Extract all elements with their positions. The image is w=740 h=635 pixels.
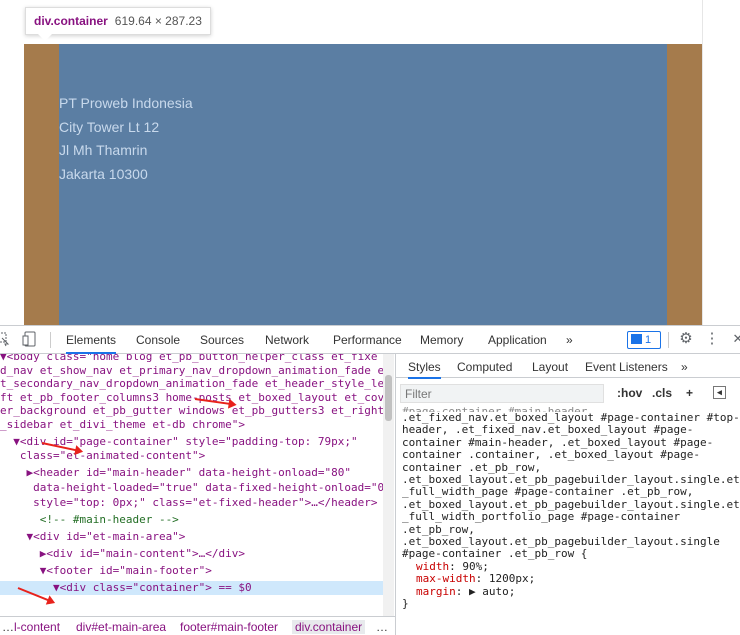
- tab-performance[interactable]: Performance: [333, 333, 402, 347]
- rule-close-brace: }: [402, 597, 409, 611]
- dom-line[interactable]: t_secondary_nav_dropdown_animation_fade …: [0, 377, 384, 391]
- dom-line[interactable]: data-height-loaded="true" data-fixed-hei…: [0, 481, 391, 495]
- property-value[interactable]: 90%;: [462, 560, 489, 573]
- breadcrumb-item[interactable]: footer#main-footer: [180, 620, 278, 634]
- breadcrumb-overflow[interactable]: …: [376, 620, 388, 634]
- elements-tree[interactable]: ▼<body class="home blog et_pb_button_hel…: [0, 354, 394, 616]
- kebab-menu-icon[interactable]: ⋮: [704, 331, 720, 347]
- dom-line[interactable]: ▼<div id="et-main-area">: [0, 530, 185, 544]
- property-name[interactable]: width: [416, 560, 449, 573]
- tab-elements[interactable]: Elements: [66, 333, 117, 354]
- more-tabs-button[interactable]: »: [566, 333, 573, 347]
- page-viewport: PT Proweb Indonesia City Tower Lt 12 Jl …: [0, 0, 740, 325]
- class-toggle[interactable]: .cls: [652, 386, 672, 400]
- toolbar-divider: [50, 332, 51, 348]
- dom-comment[interactable]: <!-- #main-header -->: [0, 513, 179, 527]
- issues-count: 1: [645, 334, 652, 346]
- rule-selector-line: container .container, .et_boxed_layout #…: [402, 448, 701, 462]
- inspect-element-icon[interactable]: [0, 331, 10, 347]
- tab-sources[interactable]: Sources: [200, 333, 244, 347]
- scrollbar-thumb[interactable]: [385, 375, 392, 421]
- toggle-sidebar-icon[interactable]: ◂: [713, 386, 726, 399]
- address-line: City Tower Lt 12: [59, 118, 160, 135]
- more-styles-tabs[interactable]: »: [681, 360, 688, 374]
- dom-line[interactable]: ft et_pb_footer_columns3 home-posts et_b…: [0, 391, 384, 405]
- address-line: Jakarta 10300: [59, 166, 148, 183]
- dom-line[interactable]: ▶<header id="main-header" data-height-on…: [0, 466, 351, 480]
- container-padding-left: [24, 44, 59, 325]
- styles-pane: Styles Computed Layout Event Listeners »…: [395, 354, 740, 635]
- breadcrumb: … l-content div#et-main-area footer#main…: [0, 616, 395, 635]
- address-line: PT Proweb Indonesia: [59, 95, 193, 111]
- tab-computed[interactable]: Computed: [457, 360, 512, 374]
- property-value[interactable]: ▶ auto;: [469, 585, 515, 598]
- tab-application[interactable]: Application: [488, 333, 547, 347]
- breadcrumb-item[interactable]: div#et-main-area: [76, 620, 166, 634]
- dom-line[interactable]: style="top: 0px;" class="et-fixed-header…: [0, 496, 377, 510]
- new-rule-button[interactable]: +: [686, 386, 693, 400]
- issues-badge[interactable]: 1: [627, 331, 661, 349]
- dom-line[interactable]: ▼<body class="home blog et_pb_button_hel…: [0, 354, 378, 364]
- tooltip-size: 619.64 × 287.23: [114, 14, 202, 28]
- css-rule[interactable]: #page-container #main-header, .et_fixed_…: [402, 406, 740, 611]
- rule-selector-line: _full_width_page #page-container .et_pb_…: [402, 485, 694, 499]
- property-name[interactable]: margin: [416, 585, 456, 598]
- inspect-tooltip: div.container 619.64 × 287.23: [25, 7, 211, 41]
- rule-selector-line: #page-container .et_pb_row {: [402, 547, 588, 561]
- css-property[interactable]: margin: ▶ auto;: [402, 585, 738, 598]
- footer-address: PT Proweb Indonesia City Tower Lt 12 Jl …: [59, 92, 359, 187]
- device-toolbar-icon[interactable]: [22, 331, 38, 347]
- styles-tabbar: Styles Computed Layout Event Listeners »: [396, 354, 740, 379]
- property-value[interactable]: 1200px;: [489, 572, 535, 585]
- devtools-panel: Elements Console Sources Network Perform…: [0, 325, 740, 635]
- dom-line[interactable]: _sidebar et_divi_theme et-db chrome">: [0, 418, 245, 432]
- close-icon[interactable]: ✕: [730, 331, 740, 347]
- breadcrumb-overflow[interactable]: …: [2, 620, 14, 634]
- site-margin-right: [702, 0, 740, 325]
- hover-state-toggle[interactable]: :hov: [617, 386, 642, 400]
- tab-memory[interactable]: Memory: [420, 333, 463, 347]
- address-line: Jl Mh Thamrin: [59, 142, 148, 159]
- site-margin-left: [0, 0, 24, 325]
- devtools-toolbar: Elements Console Sources Network Perform…: [0, 326, 740, 354]
- toolbar-divider: [668, 332, 669, 348]
- tab-layout[interactable]: Layout: [532, 360, 568, 374]
- dom-line[interactable]: class="et-animated-content">: [0, 449, 205, 463]
- dom-line[interactable]: er_background et_pb_gutter windows et_pb…: [0, 404, 384, 418]
- selected-dom-line[interactable]: ▼<div class="container"> == $0: [0, 581, 383, 595]
- styles-filter-input[interactable]: Filter: [400, 384, 604, 403]
- rule-selector-line: _full_width_portfolio_page #page-contain…: [402, 510, 681, 524]
- dom-line[interactable]: ▼<footer id="main-footer">: [0, 564, 212, 578]
- message-icon: [631, 334, 642, 344]
- breadcrumb-item[interactable]: l-content: [14, 620, 60, 634]
- tooltip-selector: div.container: [34, 14, 108, 28]
- breadcrumb-item-selected[interactable]: div.container: [292, 620, 366, 634]
- gear-icon[interactable]: ⚙: [678, 331, 694, 347]
- tab-console[interactable]: Console: [136, 333, 180, 347]
- dom-line[interactable]: ▶<div id="main-content">…</div>: [0, 547, 245, 561]
- tab-network[interactable]: Network: [265, 333, 309, 347]
- dom-line[interactable]: d_nav et_show_nav et_primary_nav_dropdow…: [0, 364, 384, 378]
- tab-event-listeners[interactable]: Event Listeners: [585, 360, 668, 374]
- rule-selector-line: header, .et_fixed_nav.et_boxed_layout #p…: [402, 423, 694, 437]
- container-padding-right: [667, 44, 702, 325]
- property-name[interactable]: max-width: [416, 572, 476, 585]
- tab-styles[interactable]: Styles: [408, 360, 441, 379]
